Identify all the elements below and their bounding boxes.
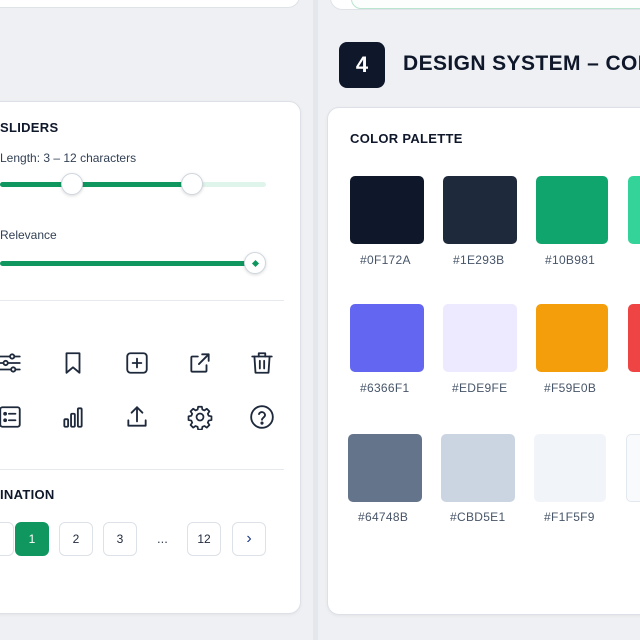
bar-chart-icon[interactable] — [57, 401, 89, 433]
color-hex-label: #F1F5F9 — [544, 510, 595, 524]
color-swatch[interactable] — [350, 176, 424, 244]
color-hex-label: #64748B — [358, 510, 409, 524]
section-title: DESIGN SYSTEM – COL — [403, 52, 640, 75]
previous-input-box — [351, 0, 640, 9]
page-button-active[interactable]: 1 — [15, 522, 49, 556]
column-divider — [313, 0, 318, 640]
color-swatch[interactable] — [443, 176, 517, 244]
pagination-ellipsis: ... — [157, 531, 168, 546]
upload-icon[interactable] — [121, 401, 153, 433]
length-slider-min-thumb[interactable] — [61, 173, 83, 195]
sliders-title: SLIDERS — [0, 120, 59, 135]
color-hex-label: #0F172A — [360, 253, 411, 267]
external-link-icon[interactable] — [184, 347, 216, 379]
color-swatch-clipped[interactable] — [628, 304, 640, 372]
color-swatch-clipped[interactable] — [628, 176, 640, 244]
color-hex-label: #F59E0B — [544, 381, 597, 395]
color-hex-label: #1E293B — [453, 253, 505, 267]
bookmark-icon[interactable] — [57, 347, 89, 379]
checklist-icon[interactable] — [0, 401, 26, 433]
chevron-right-icon: › — [246, 530, 252, 547]
sliders-icon[interactable] — [0, 347, 26, 379]
color-swatch[interactable] — [441, 434, 515, 502]
divider — [0, 300, 284, 301]
prev-page-button[interactable] — [0, 522, 14, 556]
length-slider-label: Length: 3 – 12 characters — [0, 151, 137, 165]
length-slider-fill — [0, 182, 192, 187]
help-icon[interactable] — [246, 401, 278, 433]
previous-card — [0, 0, 300, 8]
color-hex-label: #EDE9FE — [452, 381, 508, 395]
color-swatch-clipped[interactable] — [626, 434, 640, 502]
add-square-icon[interactable] — [121, 347, 153, 379]
divider — [0, 469, 284, 470]
relevance-slider-track[interactable] — [0, 261, 255, 266]
color-swatch[interactable] — [443, 304, 517, 372]
color-hex-label: #10B981 — [545, 253, 596, 267]
color-hex-label: #6366F1 — [360, 381, 410, 395]
relevance-thumb-dot — [251, 259, 260, 268]
settings-icon[interactable] — [184, 401, 216, 433]
previous-section-card — [330, 0, 640, 10]
color-palette-title: COLOR PALETTE — [350, 131, 463, 146]
page-button[interactable]: 2 — [59, 522, 93, 556]
color-hex-label: #CBD5E1 — [450, 510, 506, 524]
pagination-title: INATION — [0, 487, 55, 502]
relevance-slider-thumb[interactable] — [244, 252, 266, 274]
color-swatch[interactable] — [348, 434, 422, 502]
color-swatch[interactable] — [350, 304, 424, 372]
page-button-last[interactable]: 12 — [187, 522, 221, 556]
color-swatch[interactable] — [536, 304, 608, 372]
color-swatch[interactable] — [534, 434, 606, 502]
next-page-button[interactable]: › — [232, 522, 266, 556]
trash-icon[interactable] — [246, 347, 278, 379]
step-number-badge: 4 — [339, 42, 385, 88]
relevance-slider-label: Relevance — [0, 228, 57, 242]
page-button[interactable]: 3 — [103, 522, 137, 556]
color-swatch[interactable] — [536, 176, 608, 244]
length-slider-max-thumb[interactable] — [181, 173, 203, 195]
